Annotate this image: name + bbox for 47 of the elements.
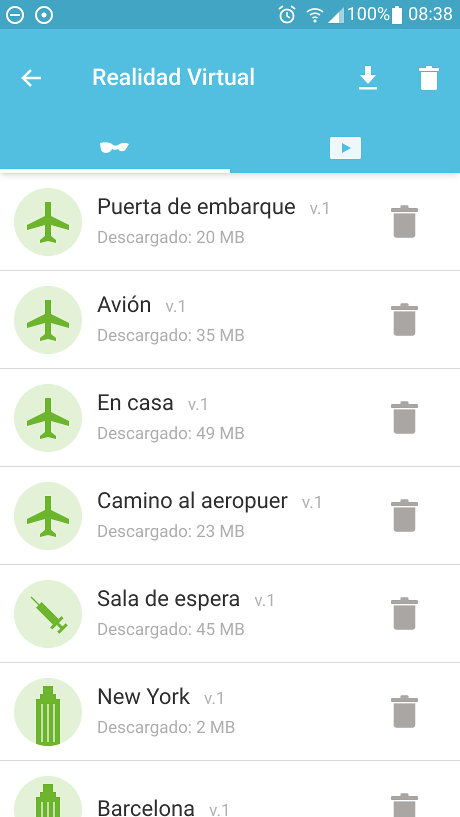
item-title: Avión: [97, 292, 152, 320]
item-title: Barcelona: [97, 796, 196, 817]
item-title: Puerta de embarque: [97, 194, 296, 222]
item-subtitle: Descargado: 45 MB: [97, 619, 246, 642]
sync-circle-icon: [34, 4, 54, 24]
back-arrow-icon[interactable]: [20, 68, 42, 88]
item-title: New York: [97, 684, 190, 712]
list-item[interactable]: Sala de espera v.1 Descargado: 45 MB: [0, 565, 460, 663]
clock-time: 08:38: [408, 3, 453, 27]
signal-icon: [328, 6, 344, 22]
item-version: v.1: [166, 296, 187, 320]
trash-icon[interactable]: [391, 400, 418, 435]
play-video-icon: [330, 137, 360, 159]
item-subtitle: Descargado: 23 MB: [97, 521, 246, 544]
list-item[interactable]: Puerta de embarque v.1 Descargado: 20 MB: [0, 173, 460, 271]
item-subtitle: Descargado: 49 MB: [97, 423, 246, 446]
item-title: Sala de espera: [97, 586, 240, 614]
trash-icon[interactable]: [391, 694, 418, 729]
item-title: En casa: [97, 390, 174, 418]
list-item[interactable]: Avión v.1 Descargado: 35 MB: [0, 271, 460, 369]
trash-icon[interactable]: [419, 66, 439, 90]
battery-icon: [392, 6, 402, 24]
trash-icon[interactable]: [391, 498, 418, 533]
battery-percentage: 100%: [346, 3, 390, 27]
item-version: v.1: [209, 800, 231, 817]
item-title: Camino al aeropuer: [97, 488, 288, 516]
item-version: v.1: [310, 198, 332, 222]
trash-icon[interactable]: [391, 302, 418, 337]
download-icon[interactable]: [358, 66, 378, 90]
list-item[interactable]: Camino al aeropuer v.1 Descargado: 23 MB: [0, 467, 460, 565]
item-version: v.1: [188, 394, 210, 418]
item-version: v.1: [254, 590, 276, 614]
app-title: Realidad Virtual: [92, 62, 256, 93]
trash-icon[interactable]: [391, 204, 418, 239]
list-item[interactable]: Barcelona v.1: [0, 761, 460, 817]
item-version: v.1: [302, 492, 324, 516]
item-subtitle: Descargado: 35 MB: [97, 325, 246, 348]
item-subtitle: Descargado: 20 MB: [97, 227, 246, 250]
do-not-disturb-icon: [5, 4, 25, 24]
trash-icon[interactable]: [391, 596, 418, 631]
list-item[interactable]: New York v.1 Descargado: 2 MB: [0, 663, 460, 761]
alarm-icon: [278, 4, 296, 24]
item-subtitle: Descargado: 2 MB: [97, 717, 236, 740]
list-item[interactable]: En casa v.1 Descargado: 49 MB: [0, 369, 460, 467]
wifi-icon: [306, 6, 324, 24]
trash-icon[interactable]: [391, 792, 418, 817]
item-version: v.1: [204, 688, 226, 712]
